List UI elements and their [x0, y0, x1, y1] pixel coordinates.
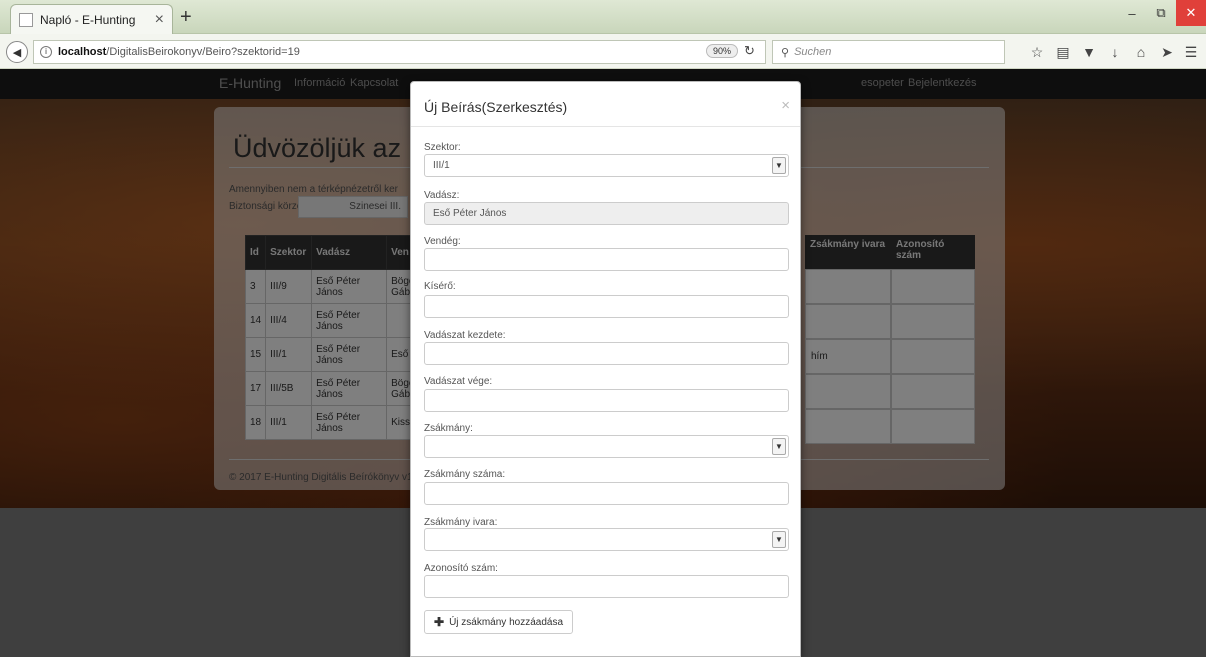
url-bar[interactable]: i localhost /DigitalisBeirokonyv/Beiro?s…: [33, 40, 766, 64]
azonosito-label: Azonosító szám:: [424, 563, 498, 574]
vendeg-input[interactable]: [424, 248, 789, 271]
zsakmany-select[interactable]: ▼: [424, 435, 789, 458]
zoom-indicator[interactable]: 90%: [706, 44, 739, 58]
library-icon[interactable]: ▤: [1054, 44, 1072, 61]
kezdete-label: Vadászat kezdete:: [424, 330, 506, 341]
reload-icon[interactable]: ↻: [744, 43, 755, 59]
window-close-icon[interactable]: ✕: [1176, 0, 1206, 26]
vege-label: Vadászat vége:: [424, 376, 493, 387]
url-host: localhost: [58, 46, 107, 58]
tab-close-icon[interactable]: ×: [155, 11, 164, 29]
page-favicon-icon: [19, 12, 33, 27]
kezdete-input[interactable]: [424, 342, 789, 365]
browser-toolbar: ◀ i localhost /DigitalisBeirokonyv/Beiro…: [0, 34, 1206, 69]
vege-input[interactable]: [424, 389, 789, 412]
home-icon[interactable]: ⌂: [1132, 44, 1150, 60]
szektor-select[interactable]: III/1 ▼: [424, 154, 789, 177]
add-game-button[interactable]: ✚ Új zsákmány hozzáadása: [424, 610, 574, 634]
kisero-label: Kísérő:: [424, 281, 456, 292]
chevron-down-icon: ▼: [772, 157, 786, 174]
download-icon[interactable]: ↓: [1106, 44, 1124, 60]
new-entry-modal: Új Beírás(Szerkesztés) × Szektor: III/1 …: [410, 81, 801, 657]
browser-tab[interactable]: Napló - E-Hunting ×: [10, 4, 173, 34]
search-icon: ⚲: [781, 46, 790, 59]
chevron-down-icon: ▼: [772, 438, 786, 455]
tab-title: Napló - E-Hunting: [40, 12, 136, 27]
kisero-input[interactable]: [424, 295, 789, 318]
search-input[interactable]: ⚲ Suchen: [772, 40, 1005, 64]
info-icon[interactable]: i: [40, 46, 52, 58]
modal-close-icon[interactable]: ×: [781, 97, 790, 114]
zsakmany-ivara-label: Zsákmány ivara:: [424, 517, 498, 528]
add-game-label: Új zsákmány hozzáadása: [449, 616, 564, 628]
azonosito-input[interactable]: [424, 575, 789, 598]
zsakmany-label: Zsákmány:: [424, 423, 473, 434]
vendeg-label: Vendég:: [424, 236, 461, 247]
restore-icon[interactable]: ⧉: [1147, 0, 1175, 26]
pocket-icon[interactable]: ▼: [1080, 44, 1098, 60]
plus-icon: ✚: [434, 615, 445, 629]
vadasz-field: Eső Péter János: [424, 202, 789, 225]
browser-tabbar: Napló - E-Hunting × + – ⧉ ✕: [0, 0, 1206, 34]
vadasz-label: Vadász:: [424, 190, 460, 201]
minimize-icon[interactable]: –: [1118, 0, 1146, 26]
search-placeholder: Suchen: [794, 46, 832, 58]
modal-header: Új Beírás(Szerkesztés) ×: [411, 82, 800, 127]
zsakmany-szama-input[interactable]: [424, 482, 789, 505]
menu-icon[interactable]: ☰: [1182, 44, 1200, 61]
back-icon[interactable]: ◀: [6, 41, 28, 63]
vadasz-value: Eső Péter János: [433, 208, 507, 219]
new-tab-button[interactable]: +: [180, 6, 192, 29]
star-icon[interactable]: ☆: [1028, 44, 1046, 61]
szektor-label: Szektor:: [424, 142, 461, 153]
send-icon[interactable]: ➤: [1158, 44, 1176, 61]
modal-title: Új Beírás(Szerkesztés): [424, 99, 568, 115]
zsakmany-ivara-select[interactable]: ▼: [424, 528, 789, 551]
szektor-value: III/1: [433, 160, 450, 171]
url-path: /DigitalisBeirokonyv/Beiro?szektorid=19: [106, 46, 300, 58]
zsakmany-szama-label: Zsákmány száma:: [424, 469, 506, 480]
chevron-down-icon: ▼: [772, 531, 786, 548]
